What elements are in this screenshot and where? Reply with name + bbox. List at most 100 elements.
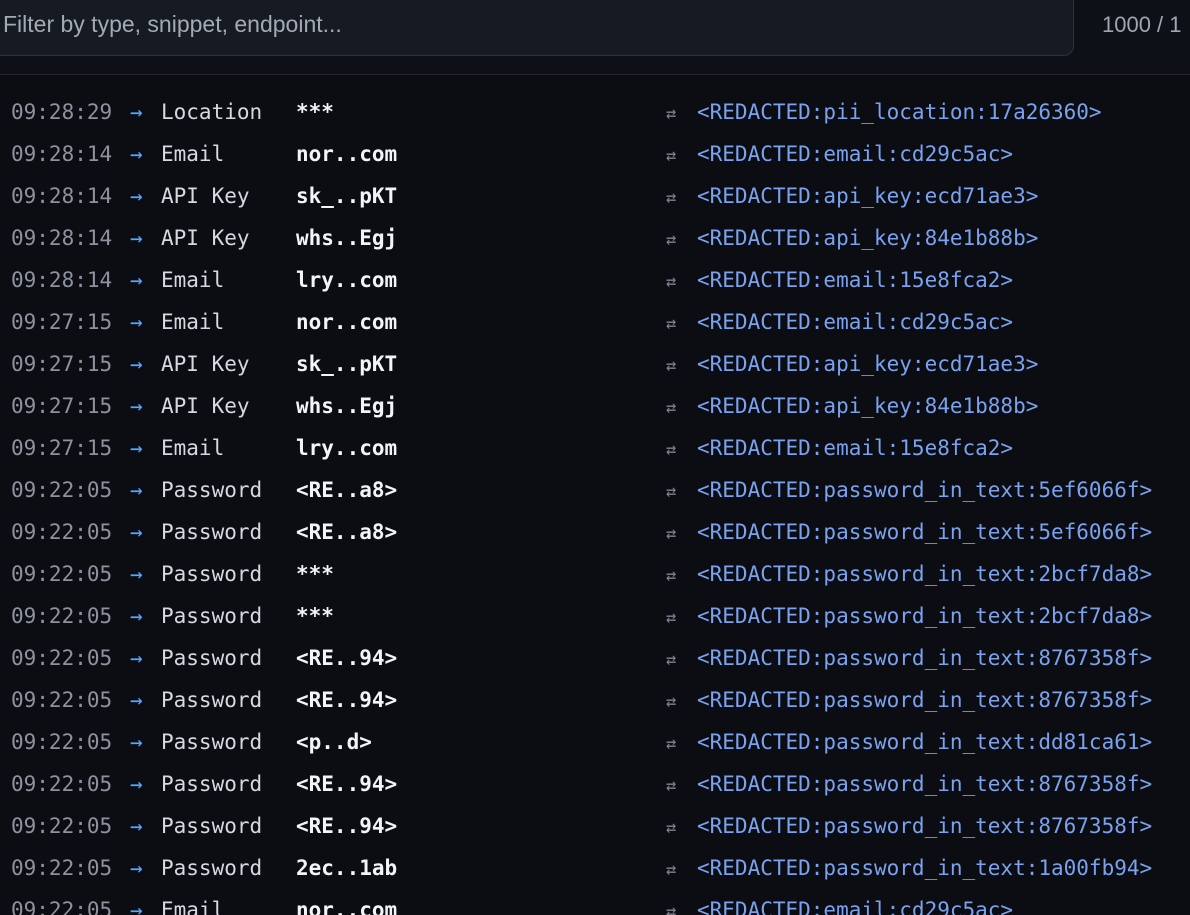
matched-snippet: nor..com bbox=[296, 310, 398, 334]
matched-snippet: nor..com bbox=[296, 898, 398, 915]
log-row[interactable]: 09:22:05 → Password <RE..94> ⇄ <REDACTED:pass… bbox=[0, 679, 1190, 721]
redaction-log-list: 09:28:29 → Location *** ⇄ <REDACTED:pii_locat… bbox=[0, 91, 1190, 915]
arrow-right-icon: → bbox=[130, 394, 143, 418]
arrow-right-icon: → bbox=[130, 142, 143, 166]
log-row[interactable]: 09:27:15 → Email nor..com ⇄ <REDACTED:email:c… bbox=[0, 301, 1190, 343]
detection-type: Email bbox=[161, 436, 225, 460]
matched-snippet: *** bbox=[296, 100, 334, 124]
swap-icon: ⇄ bbox=[666, 314, 677, 334]
arrow-right-icon: → bbox=[130, 688, 143, 712]
matched-snippet: nor..com bbox=[296, 142, 398, 166]
log-row[interactable]: 09:22:05 → Password <p..d> ⇄ <REDACTED:passwo… bbox=[0, 721, 1190, 763]
detection-type: API Key bbox=[161, 226, 250, 250]
redacted-token: <REDACTED:password_in_text:2bcf7da8> bbox=[697, 604, 1153, 628]
arrow-right-icon: → bbox=[130, 352, 143, 376]
redacted-token: <REDACTED:email:cd29c5ac> bbox=[697, 310, 1014, 334]
filter-box[interactable] bbox=[0, 0, 1074, 56]
redacted-token: <REDACTED:password_in_text:1a00fb94> bbox=[697, 856, 1153, 880]
log-row[interactable]: 09:28:14 → Email lry..com ⇄ <REDACTED:email:1… bbox=[0, 259, 1190, 301]
arrow-right-icon: → bbox=[130, 184, 143, 208]
redacted-token: <REDACTED:password_in_text:8767358f> bbox=[697, 646, 1153, 670]
log-row[interactable]: 09:22:05 → Password 2ec..1ab ⇄ <REDACTED:pass… bbox=[0, 847, 1190, 889]
log-row[interactable]: 09:22:05 → Password *** ⇄ <REDACTED:password_… bbox=[0, 595, 1190, 637]
arrow-right-icon: → bbox=[130, 898, 143, 915]
timestamp: 09:22:05 bbox=[11, 478, 113, 502]
swap-icon: ⇄ bbox=[666, 860, 677, 880]
arrow-right-icon: → bbox=[130, 814, 143, 838]
timestamp: 09:27:15 bbox=[11, 436, 113, 460]
matched-snippet: *** bbox=[296, 562, 334, 586]
detection-type: Email bbox=[161, 142, 225, 166]
filter-input[interactable] bbox=[1, 1, 1063, 47]
detection-type: API Key bbox=[161, 184, 250, 208]
timestamp: 09:22:05 bbox=[11, 520, 113, 544]
detection-type: Email bbox=[161, 898, 225, 915]
timestamp: 09:28:29 bbox=[11, 100, 113, 124]
detection-type: Password bbox=[161, 772, 263, 796]
detection-type: Password bbox=[161, 730, 263, 754]
log-row[interactable]: 09:27:15 → Email lry..com ⇄ <REDACTED:email:1… bbox=[0, 427, 1190, 469]
swap-icon: ⇄ bbox=[666, 230, 677, 250]
swap-icon: ⇄ bbox=[666, 692, 677, 712]
swap-icon: ⇄ bbox=[666, 566, 677, 586]
log-row[interactable]: 09:28:14 → API Key whs..Egj ⇄ <REDACTED:api_k… bbox=[0, 217, 1190, 259]
arrow-right-icon: → bbox=[130, 310, 143, 334]
detection-type: Password bbox=[161, 856, 263, 880]
arrow-right-icon: → bbox=[130, 772, 143, 796]
timestamp: 09:22:05 bbox=[11, 898, 113, 915]
redacted-token: <REDACTED:api_key:84e1b88b> bbox=[697, 226, 1039, 250]
log-row[interactable]: 09:22:05 → Password <RE..94> ⇄ <REDACTED:pass… bbox=[0, 805, 1190, 847]
swap-icon: ⇄ bbox=[666, 104, 677, 124]
timestamp: 09:27:15 bbox=[11, 352, 113, 376]
redacted-token: <REDACTED:password_in_text:8767358f> bbox=[697, 772, 1153, 796]
arrow-right-icon: → bbox=[130, 520, 143, 544]
matched-snippet: sk_..pKT bbox=[296, 352, 398, 376]
matched-snippet: <RE..94> bbox=[296, 646, 398, 670]
redacted-token: <REDACTED:password_in_text:8767358f> bbox=[697, 814, 1153, 838]
arrow-right-icon: → bbox=[130, 226, 143, 250]
detection-type: Password bbox=[161, 646, 263, 670]
matched-snippet: lry..com bbox=[296, 436, 398, 460]
timestamp: 09:22:05 bbox=[11, 856, 113, 880]
matched-snippet: <p..d> bbox=[296, 730, 372, 754]
log-row[interactable]: 09:22:05 → Password <RE..a8> ⇄ <REDACTED:pass… bbox=[0, 469, 1190, 511]
timestamp: 09:22:05 bbox=[11, 646, 113, 670]
log-row[interactable]: 09:22:05 → Password <RE..94> ⇄ <REDACTED:pass… bbox=[0, 763, 1190, 805]
timestamp: 09:27:15 bbox=[11, 310, 113, 334]
timestamp: 09:22:05 bbox=[11, 688, 113, 712]
log-row[interactable]: 09:22:05 → Password <RE..94> ⇄ <REDACTED:pass… bbox=[0, 637, 1190, 679]
redacted-token: <REDACTED:password_in_text:2bcf7da8> bbox=[697, 562, 1153, 586]
log-row[interactable]: 09:22:05 → Password <RE..a8> ⇄ <REDACTED:pass… bbox=[0, 511, 1190, 553]
matched-snippet: <RE..94> bbox=[296, 814, 398, 838]
matched-snippet: sk_..pKT bbox=[296, 184, 398, 208]
arrow-right-icon: → bbox=[130, 856, 143, 880]
swap-icon: ⇄ bbox=[666, 902, 677, 915]
log-row[interactable]: 09:22:05 → Password *** ⇄ <REDACTED:password_… bbox=[0, 553, 1190, 595]
matched-snippet: *** bbox=[296, 604, 334, 628]
arrow-right-icon: → bbox=[130, 562, 143, 586]
detection-type: Password bbox=[161, 520, 263, 544]
arrow-right-icon: → bbox=[130, 268, 143, 292]
log-row[interactable]: 09:28:14 → API Key sk_..pKT ⇄ <REDACTED:api_k… bbox=[0, 175, 1190, 217]
swap-icon: ⇄ bbox=[666, 188, 677, 208]
arrow-right-icon: → bbox=[130, 478, 143, 502]
detection-type: API Key bbox=[161, 394, 250, 418]
log-row[interactable]: 09:28:14 → Email nor..com ⇄ <REDACTED:email:c… bbox=[0, 133, 1190, 175]
swap-icon: ⇄ bbox=[666, 398, 677, 418]
swap-icon: ⇄ bbox=[666, 650, 677, 670]
log-row[interactable]: 09:28:29 → Location *** ⇄ <REDACTED:pii_locat… bbox=[0, 91, 1190, 133]
arrow-right-icon: → bbox=[130, 100, 143, 124]
matched-snippet: whs..Egj bbox=[296, 394, 398, 418]
timestamp: 09:28:14 bbox=[11, 226, 113, 250]
timestamp: 09:22:05 bbox=[11, 604, 113, 628]
matched-snippet: <RE..94> bbox=[296, 772, 398, 796]
redacted-token: <REDACTED:email:15e8fca2> bbox=[697, 436, 1014, 460]
log-row[interactable]: 09:22:05 → Email nor..com ⇄ <REDACTED:email:c… bbox=[0, 889, 1190, 915]
log-row[interactable]: 09:27:15 → API Key sk_..pKT ⇄ <REDACTED:api_k… bbox=[0, 343, 1190, 385]
log-row[interactable]: 09:27:15 → API Key whs..Egj ⇄ <REDACTED:api_k… bbox=[0, 385, 1190, 427]
matched-snippet: <RE..a8> bbox=[296, 520, 398, 544]
timestamp: 09:22:05 bbox=[11, 772, 113, 796]
arrow-right-icon: → bbox=[130, 604, 143, 628]
timestamp: 09:28:14 bbox=[11, 184, 113, 208]
redacted-token: <REDACTED:password_in_text:8767358f> bbox=[697, 688, 1153, 712]
